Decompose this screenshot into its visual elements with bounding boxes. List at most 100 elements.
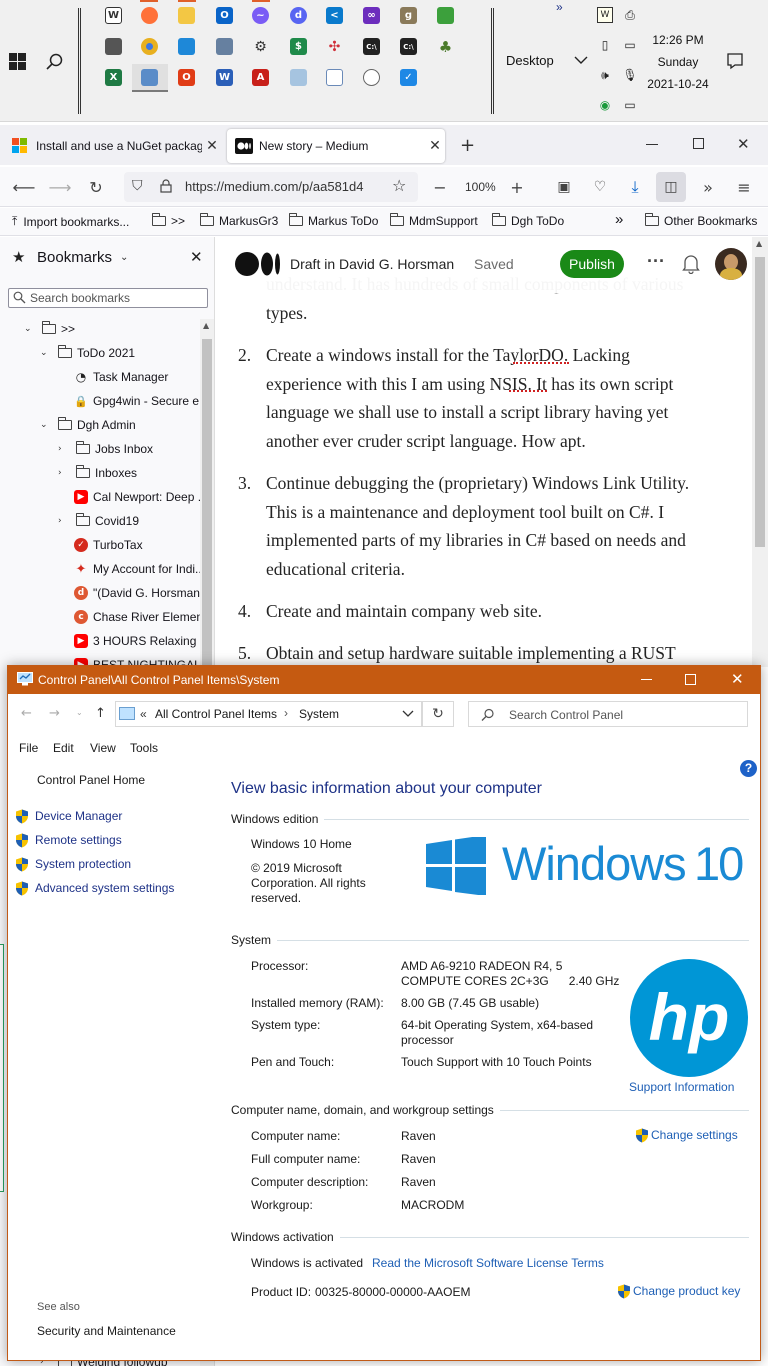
- forward-arrow-icon[interactable]: ⟶: [48, 175, 72, 199]
- green-app-icon[interactable]: $: [290, 38, 307, 55]
- security-tray-icon[interactable]: ◉: [597, 97, 613, 113]
- chevron-right-icon[interactable]: ›: [58, 468, 70, 478]
- restore-icon[interactable]: [693, 138, 704, 149]
- menu-edit[interactable]: Edit: [53, 741, 74, 755]
- left-link-advanced-system-settings[interactable]: Advanced system settings: [15, 881, 174, 896]
- bookmark-folder[interactable]: >>: [152, 213, 185, 228]
- new-tab-icon[interactable]: +: [460, 135, 475, 156]
- microphone-icon[interactable]: 🎙: [622, 67, 638, 83]
- cmd-admin-icon[interactable]: C:\: [400, 38, 417, 55]
- discord-icon[interactable]: d: [290, 7, 307, 24]
- scroll-up-arrow-icon[interactable]: ▲: [203, 321, 209, 330]
- scroll-up-arrow-icon[interactable]: ▲: [756, 239, 762, 248]
- firefox-icon[interactable]: [141, 7, 158, 24]
- display-tray-icon[interactable]: ▭: [622, 37, 638, 53]
- search-icon[interactable]: [45, 52, 65, 72]
- collections-icon[interactable]: ▣: [552, 175, 576, 199]
- left-link-remote-settings[interactable]: Remote settings: [15, 833, 122, 848]
- usb-tray-icon[interactable]: ▯: [597, 37, 613, 53]
- close-sidebar-icon[interactable]: ✕: [190, 248, 203, 266]
- avatar[interactable]: [715, 248, 747, 280]
- close-tab-icon[interactable]: ✕: [202, 138, 222, 154]
- help-icon[interactable]: ?: [740, 760, 757, 777]
- chrome-icon[interactable]: [141, 38, 158, 55]
- outlook-icon[interactable]: O: [216, 7, 233, 24]
- sidebar-switcher-chevron-icon[interactable]: ⌄: [120, 252, 128, 263]
- control-panel-app-icon[interactable]: [141, 69, 158, 86]
- toolbar-overflow-chevron[interactable]: »: [556, 0, 563, 14]
- file-explorer-icon[interactable]: [178, 7, 195, 24]
- bookmark-folder[interactable]: MdmSupport: [390, 213, 478, 228]
- license-terms-link[interactable]: Read the Microsoft Software License Term…: [372, 1256, 604, 1270]
- printer-app-icon[interactable]: [105, 38, 122, 55]
- computer-management-icon[interactable]: [216, 38, 233, 55]
- hamburger-menu-icon[interactable]: ≡: [732, 175, 756, 199]
- zoom-in-icon[interactable]: +: [505, 175, 529, 199]
- todo-app-icon[interactable]: ✓: [400, 69, 417, 86]
- minimize-icon[interactable]: [646, 144, 658, 145]
- printer-tray-icon[interactable]: ⎙: [622, 7, 638, 23]
- sidebar-title[interactable]: Bookmarks: [37, 249, 112, 266]
- action-center-icon[interactable]: [726, 52, 744, 70]
- network-app-icon[interactable]: [178, 38, 195, 55]
- chevron-down-icon[interactable]: ⌄: [40, 348, 52, 358]
- back-arrow-icon[interactable]: ⟵: [12, 175, 36, 199]
- tree-folder[interactable]: › Jobs Inbox: [58, 439, 153, 459]
- chevron-down-icon[interactable]: ⌄: [40, 420, 52, 430]
- menu-tools[interactable]: Tools: [130, 741, 158, 755]
- tree-folder[interactable]: ⌄ ToDo 2021: [40, 343, 135, 363]
- zoom-out-icon[interactable]: −: [428, 175, 452, 199]
- maximize-icon[interactable]: [685, 674, 696, 685]
- desktop-toolbar-label[interactable]: Desktop: [506, 53, 554, 68]
- breadcrumb-item[interactable]: System: [299, 707, 339, 721]
- volume-icon[interactable]: 🕪: [597, 67, 613, 83]
- tree-folder[interactable]: › Covid19: [58, 511, 139, 531]
- reload-icon[interactable]: ↻: [84, 175, 108, 199]
- url-bar[interactable]: ⛉ https://medium.com/p/aa581d4 ☆: [124, 172, 418, 202]
- downloads-icon[interactable]: ⤓: [623, 175, 647, 199]
- messenger-icon[interactable]: ~: [252, 7, 269, 24]
- minimize-icon[interactable]: [641, 679, 652, 680]
- chevron-down-icon[interactable]: [574, 54, 588, 64]
- menu-view[interactable]: View: [90, 741, 116, 755]
- clock-day[interactable]: Sunday: [640, 55, 716, 69]
- clock-app-icon[interactable]: [363, 69, 380, 86]
- overflow-chevron-icon[interactable]: »: [696, 175, 720, 199]
- search-bookmarks-input[interactable]: Search bookmarks: [8, 288, 208, 308]
- tree-bookmark[interactable]: ▶ Cal Newport: Deep ...: [74, 487, 200, 507]
- tree-bookmark[interactable]: ▶ 3 HOURS Relaxing G...: [74, 631, 200, 651]
- tree-bookmark[interactable]: c Chase River Element...: [74, 607, 200, 627]
- tree-app-icon[interactable]: ♣: [437, 38, 454, 56]
- back-arrow-icon[interactable]: ←: [21, 706, 32, 721]
- tree-bookmark[interactable]: d "(David G. Horsman...: [74, 583, 200, 603]
- workrave-tray-icon[interactable]: W: [597, 7, 613, 23]
- up-arrow-icon[interactable]: ↑: [95, 706, 106, 721]
- notification-bell-icon[interactable]: [682, 254, 700, 275]
- more-options-icon[interactable]: ···: [647, 251, 665, 272]
- bookmark-star-icon[interactable]: ☆: [392, 176, 406, 195]
- visual-studio-icon[interactable]: ∞: [363, 7, 380, 24]
- menu-file[interactable]: File: [19, 741, 38, 755]
- vscode-icon[interactable]: <: [326, 7, 343, 24]
- paint-icon[interactable]: [437, 7, 454, 24]
- start-icon[interactable]: [9, 53, 26, 70]
- control-panel-home-link[interactable]: Control Panel Home: [37, 773, 145, 787]
- tab-nuget[interactable]: Install and use a NuGet package ✕: [4, 129, 222, 163]
- refresh-icon[interactable]: ↻: [422, 701, 454, 727]
- medium-logo-icon[interactable]: [235, 251, 281, 277]
- pocket-icon[interactable]: ♡: [588, 175, 612, 199]
- sidebar-toggle-icon[interactable]: ◫: [656, 172, 686, 202]
- document-icon[interactable]: [326, 69, 343, 86]
- chevron-down-icon[interactable]: ⌄: [24, 324, 36, 334]
- search-control-panel-input[interactable]: Search Control Panel: [468, 701, 748, 727]
- close-tab-icon[interactable]: ✕: [425, 138, 445, 154]
- bookmark-import[interactable]: ⤒ Import bookmarks...: [12, 214, 129, 229]
- other-bookmarks[interactable]: Other Bookmarks: [645, 213, 757, 228]
- scrollbar-thumb[interactable]: [202, 339, 212, 669]
- settings-gear-icon[interactable]: ⚙: [252, 38, 269, 55]
- control-panel-titlebar[interactable]: Control Panel\All Control Panel Items\Sy…: [8, 666, 760, 694]
- left-link-device-manager[interactable]: Device Manager: [15, 809, 122, 824]
- notepad-icon[interactable]: [290, 69, 307, 86]
- acrobat-icon[interactable]: A: [252, 69, 269, 86]
- bookmarks-overflow-icon[interactable]: »: [615, 211, 623, 228]
